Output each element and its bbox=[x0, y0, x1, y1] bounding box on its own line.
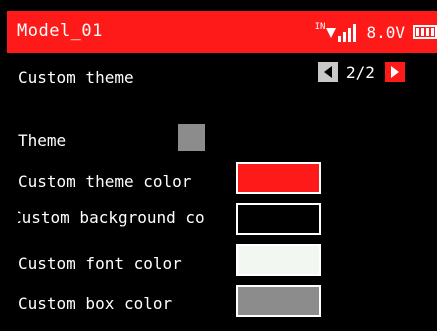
arrow-left-icon[interactable] bbox=[318, 62, 338, 82]
arrow-right-icon[interactable] bbox=[384, 62, 405, 82]
page-indicator: 2/2 bbox=[346, 62, 375, 82]
custom-box-color-box[interactable] bbox=[236, 285, 321, 317]
battery-icon bbox=[413, 25, 437, 39]
status-area: IN 8.0V bbox=[315, 20, 437, 44]
theme-swatch[interactable] bbox=[178, 124, 205, 151]
custom-font-color-label: Custom font color bbox=[18, 254, 182, 273]
custom-background-color-label-clip: Custom background co bbox=[18, 208, 218, 232]
signal-prefix: IN bbox=[314, 22, 326, 32]
header-bar: Model_01 IN 8.0V bbox=[7, 11, 437, 53]
custom-background-color-box[interactable] bbox=[236, 203, 321, 235]
page-pager: 2/2 bbox=[318, 62, 405, 82]
custom-theme-color-box[interactable] bbox=[236, 162, 321, 194]
model-name: Model_01 bbox=[17, 21, 103, 41]
custom-theme-color-label: Custom theme color bbox=[18, 172, 192, 191]
signal-bars-icon: IN bbox=[315, 22, 359, 42]
custom-box-color-label: Custom box color bbox=[18, 294, 173, 313]
custom-font-color-box[interactable] bbox=[236, 244, 321, 276]
theme-label: Theme bbox=[18, 131, 67, 150]
screen: Model_01 IN 8.0V Custom theme 2/2 Theme … bbox=[0, 0, 437, 331]
page-title: Custom theme bbox=[18, 68, 134, 87]
custom-background-color-label: Custom background co bbox=[18, 208, 205, 227]
voltage-readout: 8.0V bbox=[366, 22, 405, 42]
